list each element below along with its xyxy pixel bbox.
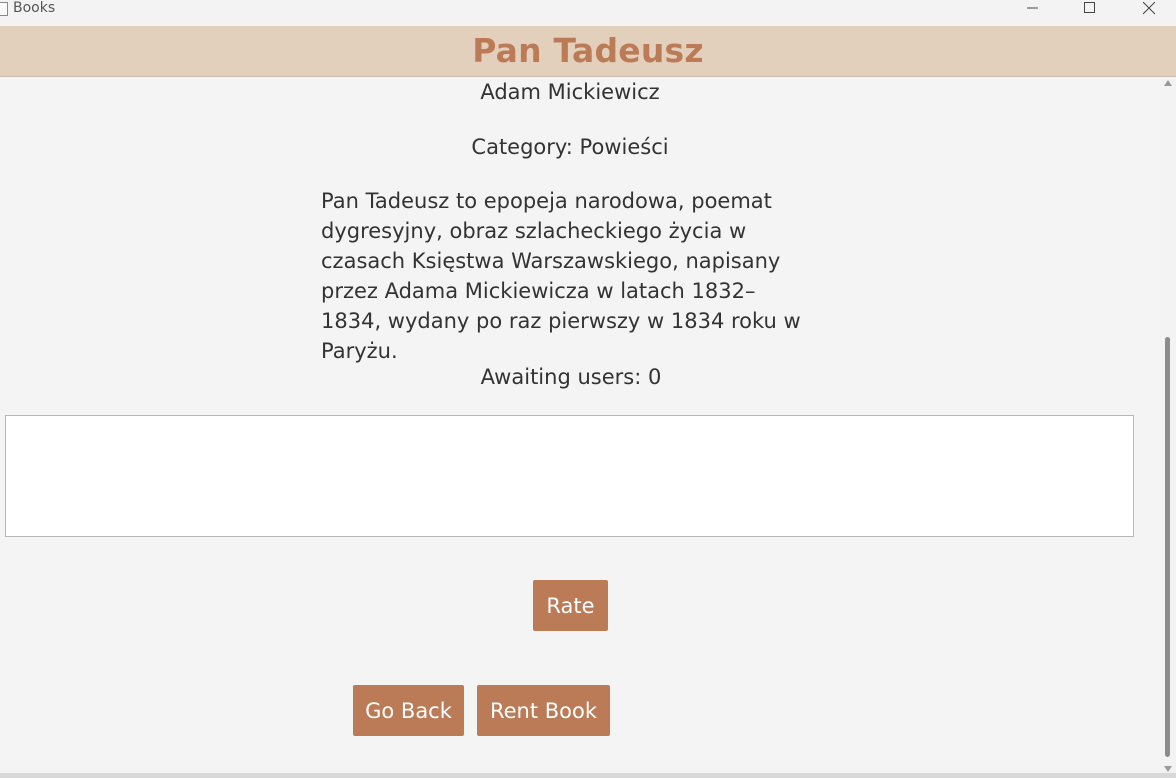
window-titlebar: Books: [0, 0, 1176, 26]
maximize-icon: [1084, 2, 1095, 13]
book-category: Category: Powieści: [471, 135, 669, 159]
rent-book-button[interactable]: Rent Book: [477, 685, 610, 736]
awaiting-users: Awaiting users: 0: [480, 365, 662, 389]
minimize-icon: [1027, 7, 1038, 9]
minimize-button[interactable]: [1010, 0, 1056, 16]
book-details: Adam Mickiewicz Category: Powieści Pan T…: [0, 77, 1160, 778]
maximize-button[interactable]: [1067, 0, 1113, 16]
review-input[interactable]: [5, 415, 1134, 537]
book-description: Pan Tadeusz to epopeja narodowa, poemat …: [321, 189, 801, 363]
scroll-down-icon[interactable]: [1164, 766, 1172, 772]
scroll-thumb[interactable]: [1165, 337, 1170, 757]
rate-button[interactable]: Rate: [533, 580, 608, 631]
go-back-button[interactable]: Go Back: [353, 685, 464, 736]
books-window: Books Pan Tadeusz Adam Mickiewicz Catego…: [0, 0, 1176, 778]
close-icon: [1142, 1, 1155, 14]
book-title: Pan Tadeusz: [472, 31, 704, 70]
close-button[interactable]: [1126, 0, 1172, 16]
vertical-scrollbar[interactable]: [1160, 77, 1176, 778]
book-author: Adam Mickiewicz: [480, 80, 660, 104]
window-title: Books: [13, 0, 56, 16]
window-bottom-edge: [0, 773, 1176, 778]
app-icon: [0, 2, 8, 16]
scroll-up-icon[interactable]: [1164, 80, 1172, 86]
book-header: Pan Tadeusz: [0, 26, 1176, 77]
